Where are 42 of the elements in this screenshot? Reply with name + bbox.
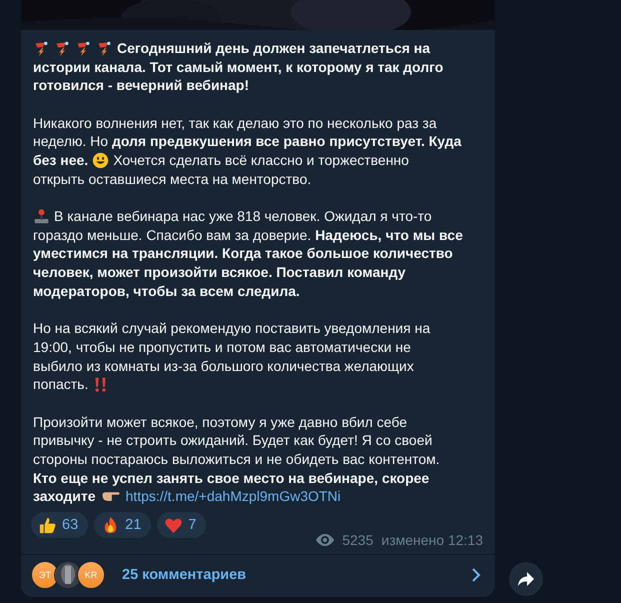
invite-link[interactable]: https://t.me/+dahMzpl9mGw3OTNi [126,487,341,506]
firecracker-icon [75,40,92,57]
post-text: Но на всякий случай рекомендую поставить уведомления на [33,319,430,338]
post-text: открыть оставшиеся места на менторство. [33,170,312,188]
post-text: выбило из комнаты из-за большого количества желающих [33,356,414,376]
avatar: ЭТ [31,561,59,589]
post-text: Произойти может всякое, поэтому я уже давно вбил себе [33,412,408,432]
share-arrow-icon [517,571,535,587]
firecracker-icon [54,40,71,57]
post-text: человек, может произойти всякое. Поставил команду [33,263,406,282]
edited-time: изменено 12:13 [381,532,483,548]
view-count: 5235 [342,532,374,548]
post-text: заходите [33,487,96,506]
post-text: Никакого волнения нет, так как делаю это по несколько раз за [33,114,437,132]
post-text: готовился - вечерний вебинар! [33,76,250,95]
thumbs-up-icon [38,516,57,534]
post-text: модераторов, чтобы за всем следила. [33,282,300,300]
post-text: Хочется сделать всё классно и торжественно [113,150,409,170]
post-text: 19:00, чтобы не пропустить и потом вас автоматически не [33,338,411,357]
joystick-icon [33,208,50,225]
post-text: неделю. Но доля предвкушения все равно присутствует. Куда [33,132,462,151]
firecracker-icon [33,40,50,57]
reaction-chip[interactable]: 63 [31,512,88,538]
post-text: стороны постараюсь выложиться и не обидеть вас контентом. [33,450,440,469]
post-text: Сегодняшний день должен запечатлеться на [117,38,430,58]
post-text: попасть. [33,375,88,394]
post-text: В канале вебинара нас уже 818 человек. Ожидал я что-то [54,207,432,226]
heart-icon [164,516,184,534]
post-text: Кто еще не успел занять свое место на вебинаре, скорее [33,468,430,488]
reaction-chip[interactable]: 21 [94,512,152,538]
firecracker-icon [96,40,113,57]
post-text: гораздо меньше. Спасибо вам за доверие. Надеюсь, что мы все [33,226,463,244]
post-text: уместимся на трансляции. Когда такое большое количество [33,244,453,264]
comments-link[interactable]: 25 комментариев [122,567,469,583]
post-text: привычку - не строить ожиданий. Будет как будет! Я со своей [33,431,432,450]
eye-icon [316,534,334,546]
smiley-icon [92,152,110,169]
reaction-chip[interactable]: 7 [157,512,206,538]
post-text: истории канала. Тот самый момент, к которому я так долго [33,58,444,76]
share-button[interactable] [509,562,543,596]
post-text: без нее. [33,150,88,170]
avatar: KR [77,561,105,589]
